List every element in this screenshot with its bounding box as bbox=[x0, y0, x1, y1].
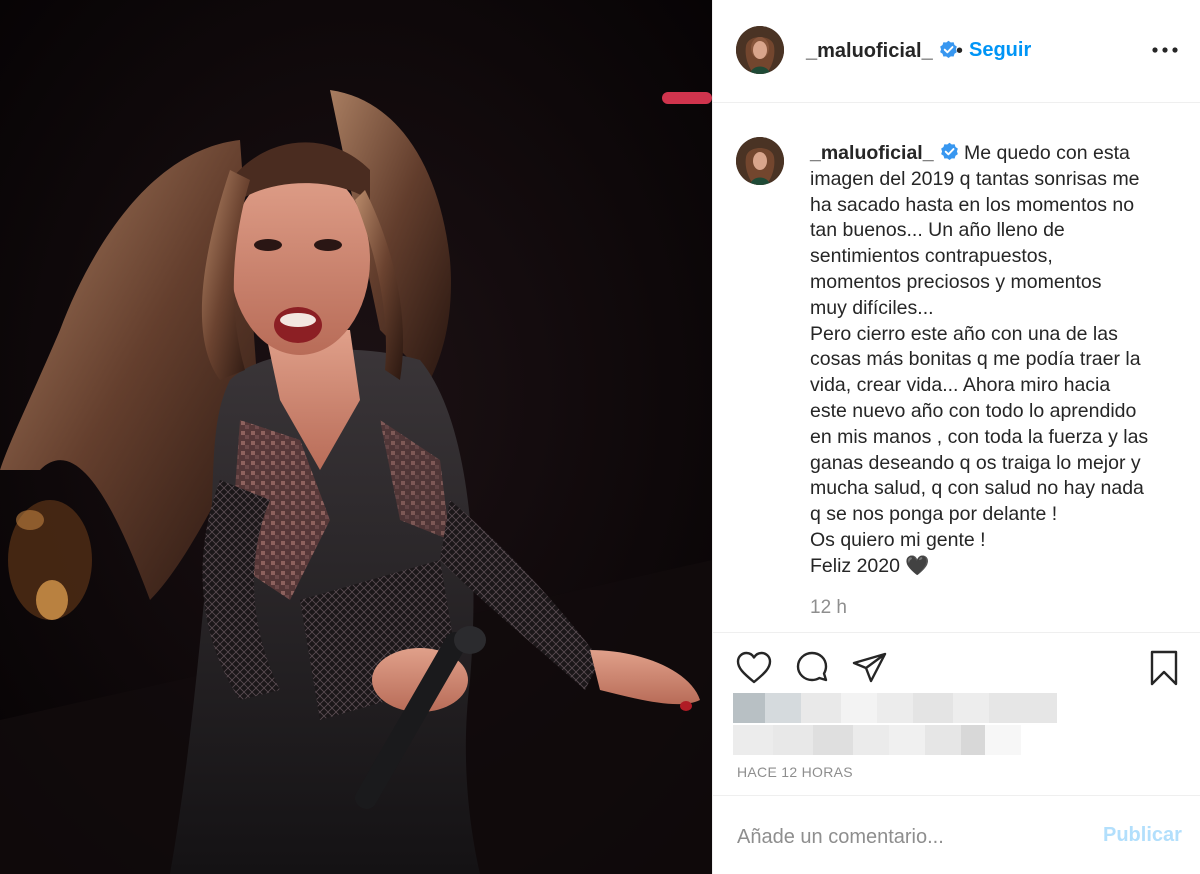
caption-line: Feliz 2020 🖤 bbox=[810, 554, 930, 577]
caption-line: este nuevo año con todo lo aprendido bbox=[810, 399, 1137, 422]
caption-line: mucha salud, q con salud no hay nada bbox=[810, 477, 1144, 500]
verified-badge-icon bbox=[940, 142, 959, 161]
caption-section: _maluoficial_ Me quedo con esta imagen d… bbox=[713, 104, 1200, 632]
caption-line: vida, crear vida... Ahora miro hacia bbox=[810, 374, 1111, 397]
caption-line: muy difíciles... bbox=[810, 296, 934, 319]
dot-separator: • bbox=[956, 40, 964, 62]
caption-timestamp[interactable]: 12 h bbox=[810, 597, 847, 619]
caption-line: momentos preciosos y momentos bbox=[810, 270, 1102, 293]
caption-username[interactable]: _maluoficial_ bbox=[810, 142, 934, 164]
post-actions: HACE 12 HORAS bbox=[713, 632, 1200, 796]
caption-line: cosas más bonitas q me podía traer la bbox=[810, 348, 1141, 371]
post-header: _maluoficial_ • Seguir bbox=[713, 0, 1200, 103]
post-time-ago[interactable]: HACE 12 HORAS bbox=[737, 764, 853, 780]
comment-form: Publicar bbox=[713, 796, 1200, 874]
concert-photo-singer bbox=[0, 0, 712, 874]
caption-line: tan buenos... Un año lleno de bbox=[810, 219, 1065, 242]
caption-line: sentimientos contrapuestos, bbox=[810, 245, 1053, 268]
bookmark-icon[interactable] bbox=[1145, 649, 1183, 687]
post-caption: _maluoficial_ Me quedo con esta imagen d… bbox=[810, 141, 1180, 580]
username-text[interactable]: _maluoficial_ bbox=[806, 40, 933, 62]
likes-count-blurred bbox=[733, 693, 1093, 761]
post-author-username[interactable]: _maluoficial_ bbox=[806, 40, 958, 63]
caption-line: en mis manos , con toda la fuerza y las bbox=[810, 425, 1149, 448]
heart-icon[interactable] bbox=[735, 649, 773, 687]
caption-line: ganas deseando q os traiga lo mejor y bbox=[810, 451, 1141, 474]
verified-badge-icon bbox=[939, 40, 958, 59]
caption-line: ha sacado hasta en los momentos no bbox=[810, 193, 1135, 216]
post-photo[interactable] bbox=[0, 0, 712, 874]
caption-line: imagen del 2019 q tantas sonrisas me bbox=[810, 167, 1140, 190]
caption-line: Os quiero mi gente ! bbox=[810, 528, 986, 551]
comment-input[interactable] bbox=[737, 822, 1077, 852]
comment-bubble-icon[interactable] bbox=[793, 649, 831, 687]
caption-avatar[interactable] bbox=[736, 137, 784, 185]
post-side-panel: _maluoficial_ • Seguir _maluoficial_ Me … bbox=[712, 0, 1200, 874]
paper-plane-icon[interactable] bbox=[851, 649, 889, 687]
caption-line: _maluoficial_ Me quedo con esta bbox=[810, 141, 1180, 167]
more-options-icon[interactable] bbox=[1149, 38, 1181, 62]
caption-line: Pero cierro este año con una de las bbox=[810, 322, 1118, 345]
avatar[interactable] bbox=[736, 26, 784, 74]
caption-line: q se nos ponga por delante ! bbox=[810, 503, 1058, 526]
follow-button[interactable]: Seguir bbox=[969, 39, 1031, 62]
publish-button[interactable]: Publicar bbox=[1103, 824, 1182, 847]
caption-text: Me quedo con esta bbox=[963, 142, 1130, 164]
